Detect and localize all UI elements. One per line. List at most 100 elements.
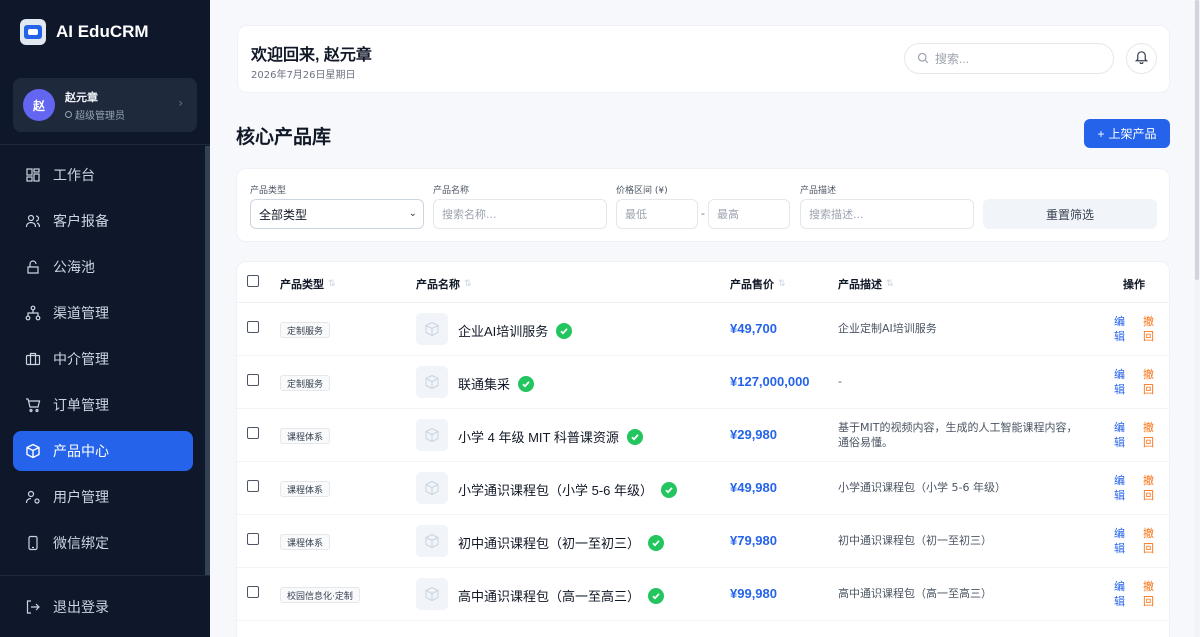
app-logo-icon bbox=[20, 19, 46, 45]
page-scrollbar[interactable] bbox=[1194, 0, 1200, 637]
product-name[interactable]: 企业AI培训服务 bbox=[458, 321, 548, 340]
filter-name-label: 产品名称 bbox=[433, 186, 470, 196]
edit-button[interactable]: 编辑 bbox=[1114, 473, 1126, 503]
user-role: 超级管理员 bbox=[75, 110, 125, 122]
filter-desc-label: 产品描述 bbox=[800, 186, 837, 196]
product-name[interactable]: 联通集采 bbox=[458, 374, 510, 393]
greeting: 欢迎回来, 赵元章 bbox=[251, 47, 372, 64]
product-table: 产品类型 ⇅ 产品名称 ⇅ 产品售价 ⇅ 产品描述 ⇅ 操作 定制服务 企业AI培训服务 ¥… bbox=[236, 261, 1170, 637]
add-product-button[interactable]: + 上架产品 bbox=[1084, 119, 1170, 148]
product-name[interactable]: 高中通识课程包（高一至高三） bbox=[458, 586, 640, 605]
price-min-input[interactable]: 最低 bbox=[616, 199, 698, 229]
product-type-tag: 课程体系 bbox=[280, 534, 331, 550]
table-row[interactable]: 课程体系 小学通识课程包（小学 5-6 年级） ¥49,980 小学通识课程包（小学 … bbox=[237, 462, 1169, 515]
product-thumbnail-icon bbox=[416, 313, 448, 345]
verified-check-icon bbox=[648, 587, 665, 604]
name-filter-input[interactable]: 搜索名称... bbox=[433, 199, 607, 229]
product-description: 高中通识课程包（高一至高三） bbox=[838, 587, 992, 600]
withdraw-button[interactable]: 撤回 bbox=[1143, 473, 1155, 503]
logout-icon bbox=[25, 599, 41, 615]
product-name[interactable]: 初中通识课程包（初一至初三） bbox=[458, 533, 640, 552]
sidebar-item-label: 微信绑定 bbox=[53, 535, 109, 551]
table-row[interactable]: 校园信息化·定制 高中通识课程包（高一至高三） ¥99,980 高中通识课程包（高一至… bbox=[237, 568, 1169, 621]
sort-icon: ⇅ bbox=[328, 279, 336, 289]
product-name[interactable]: 小学通识课程包（小学 5-6 年级） bbox=[458, 480, 653, 499]
product-type-tag: 校园信息化·定制 bbox=[280, 587, 360, 603]
table-row[interactable]: 课程体系 初中通识课程包（初一至初三） ¥79,980 初中通识课程包（初一至初三） 编… bbox=[237, 515, 1169, 568]
column-name[interactable]: 产品名称 ⇅ bbox=[416, 276, 472, 292]
row-checkbox[interactable] bbox=[247, 321, 259, 333]
notification-button[interactable] bbox=[1126, 43, 1157, 74]
column-actions-label: 操作 bbox=[1123, 278, 1145, 291]
sidebar-nav: 工作台 客户报备 公海池 渠道管理 中介管理 订单管理 产品中心 用户管理 微信… bbox=[0, 155, 210, 563]
package-icon bbox=[25, 443, 41, 459]
edit-button[interactable]: 编辑 bbox=[1114, 526, 1126, 556]
product-thumbnail-icon bbox=[416, 472, 448, 504]
row-checkbox[interactable] bbox=[247, 427, 259, 439]
page-scrollbar-thumb[interactable] bbox=[1195, 0, 1199, 280]
filter-type-label: 产品类型 bbox=[250, 186, 287, 196]
sort-icon: ⇅ bbox=[464, 279, 472, 289]
brand[interactable]: AI EduCRM bbox=[0, 0, 210, 64]
top-header: 欢迎回来, 赵元章 2026年7月26日星期日 bbox=[237, 25, 1170, 93]
table-row[interactable]: 定制服务 企业AI培训服务 ¥49,700 企业定制AI培训服务 编辑 撤回 bbox=[237, 303, 1169, 356]
sidebar-item-orders[interactable]: 订单管理 bbox=[13, 385, 193, 425]
desc-filter-input[interactable]: 搜索描述... bbox=[800, 199, 974, 229]
product-type-tag: 定制服务 bbox=[280, 375, 331, 391]
row-checkbox[interactable] bbox=[247, 374, 259, 386]
product-price: ¥29,980 bbox=[730, 427, 777, 442]
search-box[interactable] bbox=[904, 43, 1114, 74]
withdraw-button[interactable]: 撤回 bbox=[1143, 420, 1155, 450]
sidebar-item-agents[interactable]: 中介管理 bbox=[13, 339, 193, 379]
divider bbox=[0, 144, 210, 145]
filter-panel: 产品类型 全部类型 ⌄ 产品名称 搜索名称... 价格区间 (¥) 最低 - 最… bbox=[236, 168, 1170, 242]
product-type-tag: 定制服务 bbox=[280, 322, 331, 338]
row-checkbox[interactable] bbox=[247, 480, 259, 492]
sidebar-item-channels[interactable]: 渠道管理 bbox=[13, 293, 193, 333]
sidebar-item-wechat[interactable]: 微信绑定 bbox=[13, 523, 193, 563]
product-description: 基于MIT的视频内容，生成的人工智能课程内容，通俗易懂。 bbox=[838, 421, 1078, 449]
price-separator: - bbox=[701, 207, 705, 220]
withdraw-button[interactable]: 撤回 bbox=[1143, 367, 1155, 397]
search-icon bbox=[917, 49, 929, 68]
search-input[interactable] bbox=[935, 51, 1095, 66]
sidebar-item-users[interactable]: 用户管理 bbox=[13, 477, 193, 517]
withdraw-button[interactable]: 撤回 bbox=[1143, 526, 1155, 556]
reset-filters-button[interactable]: 重置筛选 bbox=[983, 199, 1157, 229]
row-checkbox[interactable] bbox=[247, 586, 259, 598]
product-name[interactable]: 小学 4 年级 MIT 科普课资源 bbox=[458, 427, 619, 446]
page-title: 核心产品库 bbox=[236, 127, 332, 148]
column-desc[interactable]: 产品描述 ⇅ bbox=[838, 276, 894, 292]
sidebar-item-dashboard[interactable]: 工作台 bbox=[13, 155, 193, 195]
logout-button[interactable]: 退出登录 bbox=[0, 575, 210, 637]
table-header: 产品类型 ⇅ 产品名称 ⇅ 产品售价 ⇅ 产品描述 ⇅ 操作 bbox=[237, 262, 1169, 303]
price-max-placeholder: 最高 bbox=[717, 208, 739, 221]
column-name-label: 产品名称 bbox=[416, 278, 460, 291]
column-desc-label: 产品描述 bbox=[838, 278, 882, 291]
sidebar-item-pool[interactable]: 公海池 bbox=[13, 247, 193, 287]
edit-button[interactable]: 编辑 bbox=[1114, 314, 1126, 344]
sidebar-item-products[interactable]: 产品中心 bbox=[13, 431, 193, 471]
app-title: AI EduCRM bbox=[56, 22, 149, 41]
product-description: 初中通识课程包（初一至初三） bbox=[838, 534, 992, 547]
current-date: 2026年7月26日星期日 bbox=[251, 70, 356, 81]
name-filter-placeholder: 搜索名称... bbox=[442, 208, 497, 221]
edit-button[interactable]: 编辑 bbox=[1114, 579, 1126, 609]
table-row[interactable]: 定制服务 联通集采 ¥127,000,000 - 编辑 撤回 bbox=[237, 356, 1169, 409]
price-max-input[interactable]: 最高 bbox=[708, 199, 790, 229]
edit-button[interactable]: 编辑 bbox=[1114, 420, 1126, 450]
withdraw-button[interactable]: 撤回 bbox=[1143, 314, 1155, 344]
product-thumbnail-icon bbox=[416, 578, 448, 610]
row-checkbox[interactable] bbox=[247, 533, 259, 545]
edit-button[interactable]: 编辑 bbox=[1114, 367, 1126, 397]
select-all-checkbox[interactable] bbox=[247, 275, 259, 287]
sidebar-item-customers[interactable]: 客户报备 bbox=[13, 201, 193, 241]
column-type[interactable]: 产品类型 ⇅ bbox=[280, 276, 336, 292]
withdraw-button[interactable]: 撤回 bbox=[1143, 579, 1155, 609]
column-price[interactable]: 产品售价 ⇅ bbox=[730, 276, 786, 292]
desc-filter-placeholder: 搜索描述... bbox=[809, 208, 864, 221]
product-thumbnail-icon bbox=[416, 525, 448, 557]
table-row[interactable]: 课程体系 小学 4 年级 MIT 科普课资源 ¥29,980 基于MIT的视频内容，生… bbox=[237, 409, 1169, 462]
user-card[interactable]: 赵 赵元章 超级管理员 › bbox=[13, 78, 197, 132]
type-select[interactable]: 全部类型 ⌄ bbox=[250, 199, 424, 229]
